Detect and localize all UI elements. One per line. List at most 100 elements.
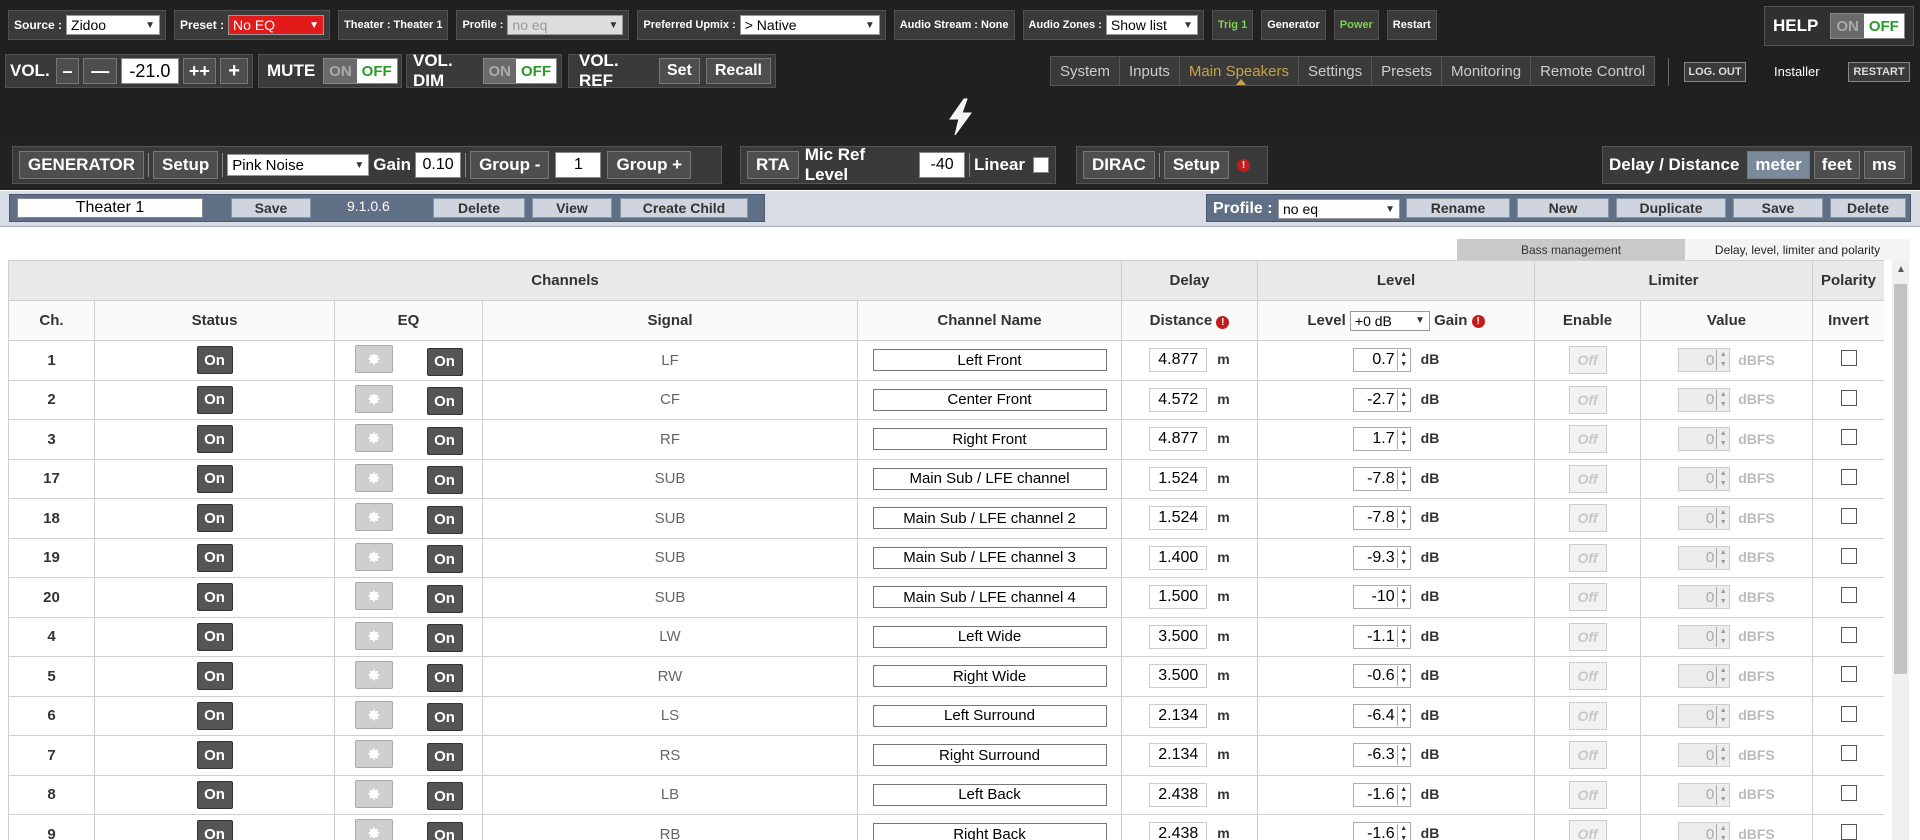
- distance-input[interactable]: 2.134: [1149, 703, 1208, 728]
- limiter-stepper[interactable]: 0 ▲ ▼: [1678, 822, 1731, 840]
- level-stepper[interactable]: -7.8 ▲ ▼: [1352, 466, 1411, 491]
- source-select[interactable]: Zidoo ▼: [66, 15, 161, 35]
- status-on-button[interactable]: On: [196, 504, 233, 533]
- table-scrollbar[interactable]: [1892, 260, 1909, 840]
- generator-setup-button[interactable]: Setup: [153, 151, 219, 179]
- channel-name-input[interactable]: Left Surround: [872, 704, 1107, 727]
- spinner-arrows-icon[interactable]: ▲ ▼: [1396, 824, 1410, 840]
- limiter-off-button[interactable]: Off: [1568, 385, 1607, 414]
- invert-checkbox[interactable]: [1840, 389, 1857, 406]
- level-stepper[interactable]: 1.7 ▲ ▼: [1352, 427, 1411, 452]
- signal-select[interactable]: Pink Noise ▼: [227, 154, 370, 176]
- spinner-arrows-icon[interactable]: ▲ ▼: [1396, 508, 1410, 529]
- spinner-arrows-icon[interactable]: ▲ ▼: [1396, 547, 1410, 568]
- generator-button[interactable]: Generator: [1261, 10, 1326, 40]
- eq-on-button[interactable]: On: [426, 584, 463, 613]
- tab-bass-management[interactable]: Bass management: [1457, 239, 1685, 260]
- limiter-stepper[interactable]: 0 ▲ ▼: [1678, 466, 1731, 491]
- linear-checkbox[interactable]: [1033, 157, 1049, 173]
- volume-up-button[interactable]: +: [220, 58, 248, 84]
- gear-icon[interactable]: [354, 740, 393, 768]
- spinner-arrows-icon[interactable]: ▲ ▼: [1396, 745, 1410, 766]
- dirac-button[interactable]: DIRAC: [1083, 151, 1155, 179]
- volume-down-fast-button[interactable]: —: [83, 58, 118, 84]
- limiter-stepper[interactable]: 0 ▲ ▼: [1678, 703, 1731, 728]
- group-plus-button[interactable]: Group +: [607, 151, 692, 179]
- gear-icon[interactable]: [354, 621, 393, 650]
- channel-name-input[interactable]: Main Sub / LFE channel: [872, 467, 1107, 490]
- eq-on-button[interactable]: On: [426, 663, 463, 692]
- spinner-arrows-icon[interactable]: ▲ ▼: [1396, 666, 1410, 687]
- limiter-stepper[interactable]: 0 ▲ ▼: [1678, 782, 1731, 807]
- invert-checkbox[interactable]: [1840, 350, 1857, 367]
- limiter-off-button[interactable]: Off: [1568, 543, 1607, 572]
- gear-icon[interactable]: [354, 463, 393, 492]
- gear-icon[interactable]: [354, 819, 393, 840]
- channel-name-input[interactable]: Main Sub / LFE channel 4: [872, 586, 1107, 609]
- vol-dim-toggle[interactable]: ON OFF: [482, 58, 557, 84]
- tab-remote-control[interactable]: Remote Control: [1530, 56, 1656, 86]
- spinner-arrows-icon[interactable]: ▲ ▼: [1396, 350, 1410, 371]
- limiter-stepper[interactable]: 0 ▲ ▼: [1678, 427, 1731, 452]
- distance-input[interactable]: 4.572: [1149, 387, 1208, 412]
- status-on-button[interactable]: On: [196, 346, 233, 375]
- limiter-off-button[interactable]: Off: [1568, 583, 1607, 612]
- channel-name-input[interactable]: Main Sub / LFE channel 2: [872, 507, 1107, 530]
- status-on-button[interactable]: On: [196, 583, 233, 612]
- status-on-button[interactable]: On: [196, 464, 233, 493]
- limiter-off-button[interactable]: Off: [1568, 741, 1607, 770]
- level-stepper[interactable]: -7.8 ▲ ▼: [1352, 506, 1411, 531]
- volume-value[interactable]: -21.0: [121, 58, 179, 84]
- distance-input[interactable]: 4.877: [1149, 348, 1208, 373]
- invert-checkbox[interactable]: [1840, 587, 1857, 604]
- limiter-stepper[interactable]: 0 ▲ ▼: [1678, 387, 1731, 412]
- mic-ref-input[interactable]: -40: [919, 152, 965, 178]
- channel-name-input[interactable]: Right Wide: [872, 665, 1107, 688]
- spinner-arrows-icon[interactable]: ▲ ▼: [1396, 705, 1410, 726]
- limiter-off-button[interactable]: Off: [1568, 425, 1607, 454]
- gear-icon[interactable]: [354, 700, 393, 729]
- theater-view-button[interactable]: View: [532, 198, 612, 218]
- group-input[interactable]: 1: [555, 152, 602, 178]
- spinner-arrows-icon[interactable]: ▲ ▼: [1716, 705, 1729, 726]
- invert-checkbox[interactable]: [1840, 429, 1857, 446]
- power-button[interactable]: Power: [1333, 10, 1379, 40]
- channel-name-input[interactable]: Right Front: [872, 428, 1107, 451]
- volume-down-button[interactable]: –: [55, 58, 80, 84]
- audio-zones-select[interactable]: Show list ▼: [1105, 15, 1198, 35]
- status-on-button[interactable]: On: [196, 662, 233, 691]
- profile-duplicate-button[interactable]: Duplicate: [1616, 198, 1726, 218]
- invert-checkbox[interactable]: [1840, 824, 1857, 840]
- level-stepper[interactable]: -2.7 ▲ ▼: [1352, 387, 1411, 412]
- spinner-arrows-icon[interactable]: ▲ ▼: [1716, 429, 1729, 450]
- limiter-off-button[interactable]: Off: [1568, 820, 1607, 840]
- distance-input[interactable]: 2.134: [1149, 743, 1208, 768]
- eq-on-button[interactable]: On: [426, 821, 463, 840]
- eq-on-button[interactable]: On: [426, 387, 463, 415]
- tab-delay-level-limiter-polarity[interactable]: Delay, level, limiter and polarity: [1685, 239, 1910, 260]
- status-on-button[interactable]: On: [196, 701, 233, 730]
- invert-checkbox[interactable]: [1840, 745, 1857, 762]
- level-stepper[interactable]: 0.7 ▲ ▼: [1352, 348, 1411, 373]
- spinner-arrows-icon[interactable]: ▲ ▼: [1716, 666, 1729, 687]
- invert-checkbox[interactable]: [1840, 547, 1857, 564]
- spinner-arrows-icon[interactable]: ▲ ▼: [1716, 389, 1729, 410]
- unit-feet-button[interactable]: feet: [1813, 151, 1860, 179]
- level-stepper[interactable]: -1.6 ▲ ▼: [1352, 782, 1411, 807]
- tab-system[interactable]: System: [1050, 56, 1120, 86]
- eq-on-button[interactable]: On: [426, 703, 463, 731]
- status-on-button[interactable]: On: [196, 543, 233, 572]
- limiter-off-button[interactable]: Off: [1568, 701, 1607, 730]
- spinner-arrows-icon[interactable]: ▲ ▼: [1716, 350, 1729, 371]
- eq-on-button[interactable]: On: [426, 545, 463, 573]
- level-stepper[interactable]: -6.4 ▲ ▼: [1352, 703, 1411, 728]
- spinner-arrows-icon[interactable]: ▲ ▼: [1396, 626, 1410, 647]
- eq-on-button[interactable]: On: [426, 624, 463, 652]
- eq-on-button[interactable]: On: [426, 426, 463, 455]
- tab-inputs[interactable]: Inputs: [1119, 56, 1179, 86]
- distance-input[interactable]: 1.524: [1149, 506, 1208, 531]
- spinner-arrows-icon[interactable]: ▲ ▼: [1396, 468, 1410, 489]
- preset-select[interactable]: No EQ ▼: [228, 15, 325, 35]
- status-on-button[interactable]: On: [196, 425, 233, 454]
- gear-icon[interactable]: [354, 384, 393, 413]
